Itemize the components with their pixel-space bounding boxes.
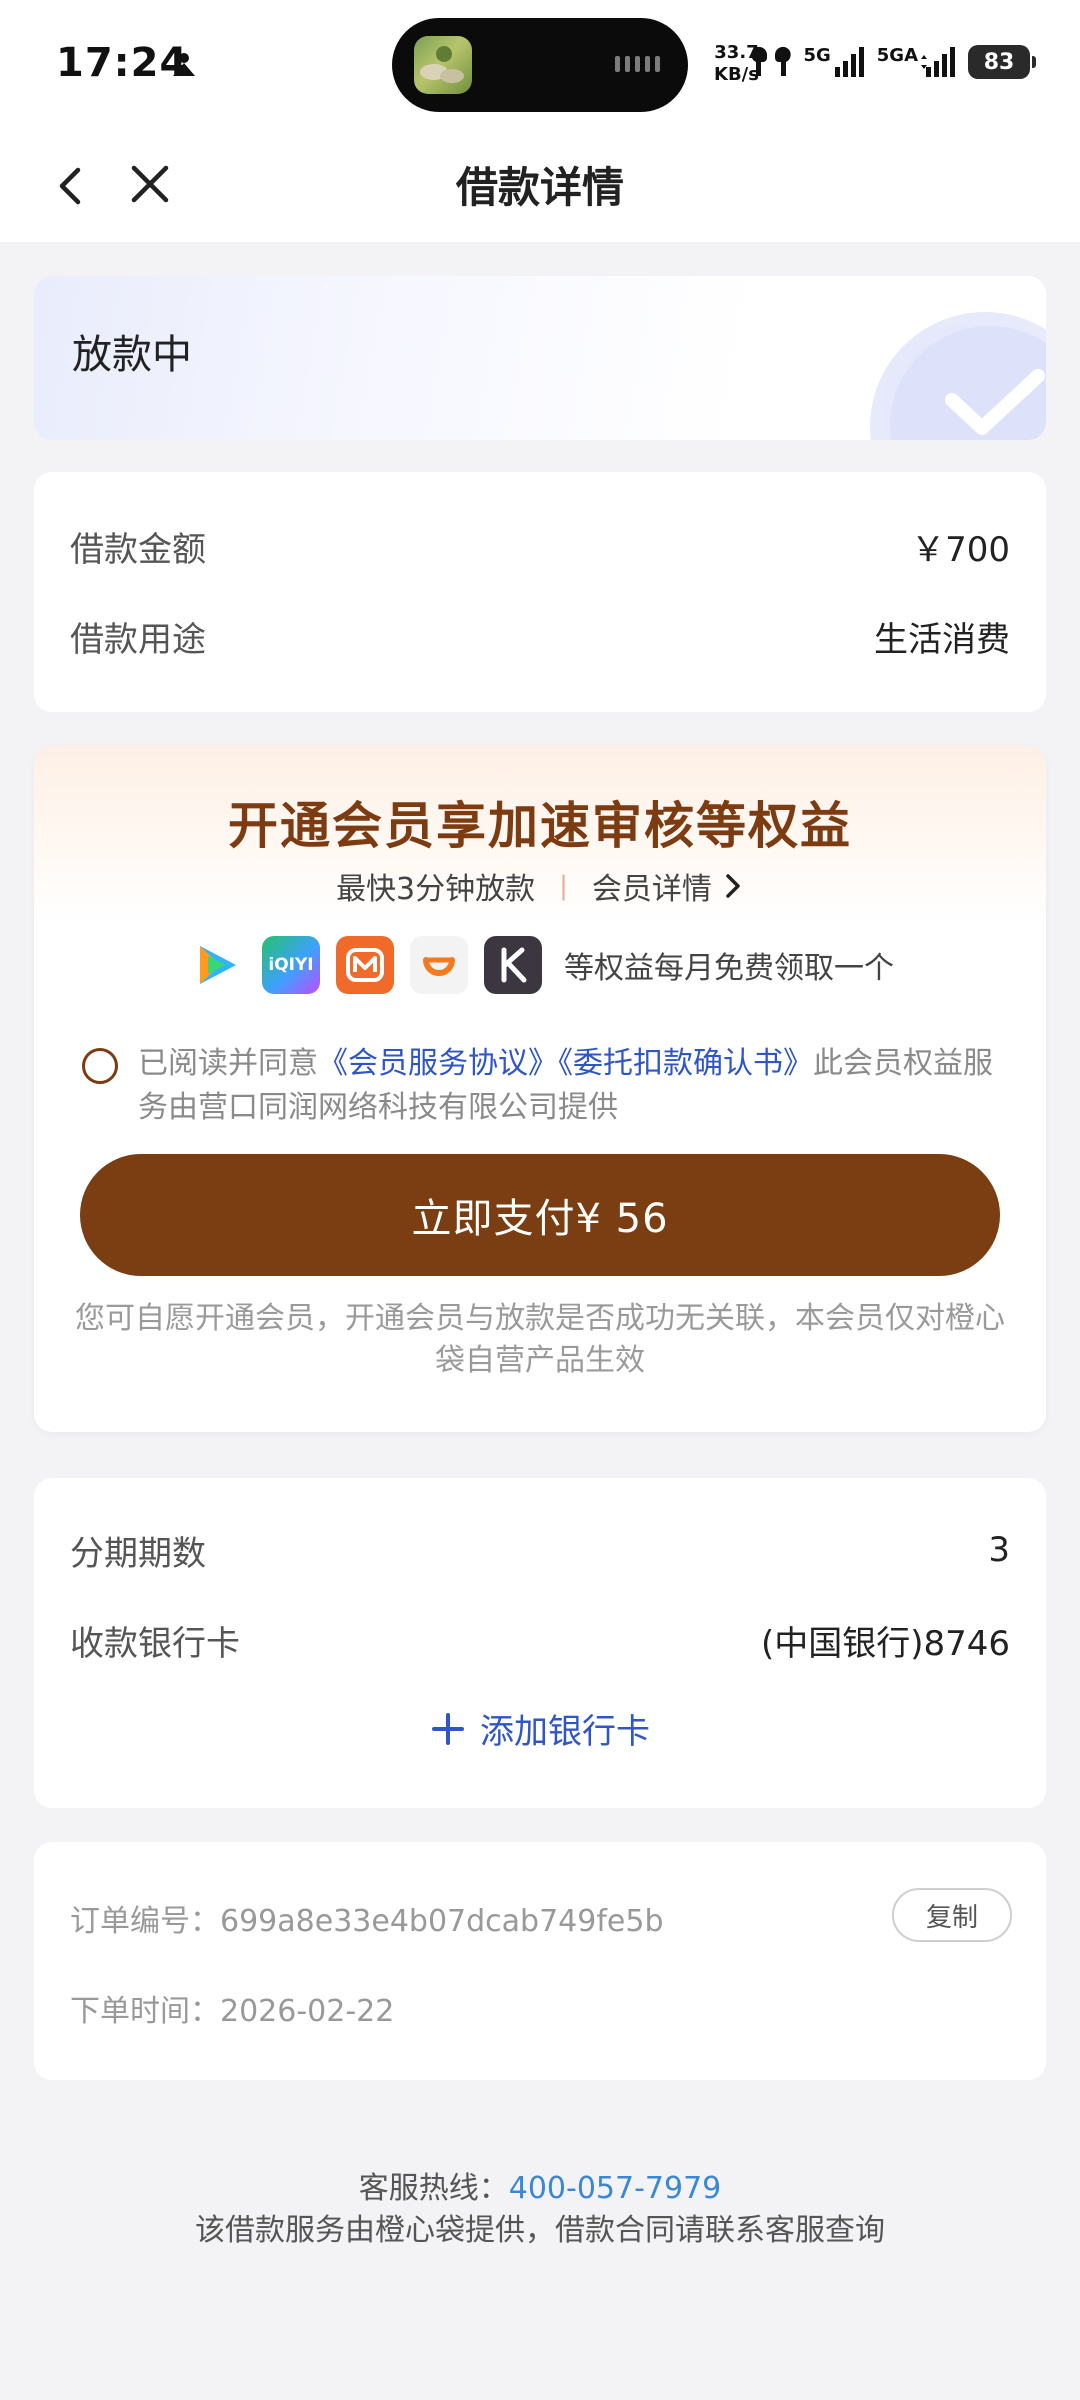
order-time-row: 下单时间：2026-02-22	[70, 1986, 394, 2030]
footer: 客服热线：400-057-7979 该借款服务由橙心袋提供，借款合同请联系客服查…	[0, 2168, 1080, 2252]
loan-status: 放款中	[72, 332, 192, 378]
periods-label: 分期期数	[70, 1533, 206, 1574]
service-notice: 该借款服务由橙心袋提供，借款合同请联系客服查询	[195, 2213, 885, 2248]
iqiyi-icon: iQIYI	[262, 936, 320, 994]
order-number-label: 订单编号：	[70, 1904, 220, 1939]
debit-authorization-link[interactable]: 《委托扣款确认书》	[558, 1046, 813, 1081]
bank-card-label: 收款银行卡	[70, 1623, 240, 1664]
copy-button[interactable]: 复制	[892, 1888, 1012, 1942]
membership-subtitle: 最快3分钟放款 | 会员详情	[34, 864, 1046, 908]
media-thumbnail	[414, 36, 472, 94]
loan-amount-label: 借款金额	[70, 529, 206, 570]
benefit-text: 等权益每月免费领取一个	[564, 951, 894, 986]
didi-icon	[410, 936, 468, 994]
bank-card-value: (中国银行)8746	[760, 1623, 1010, 1664]
order-number-row: 订单编号：699a8e33e4b07dcab749fe5b	[70, 1896, 664, 1940]
loan-purpose-label: 借款用途	[70, 619, 206, 660]
membership-title: 开通会员享加速审核等权益	[228, 797, 852, 855]
benefit-apps: iQIYI 等权益每月免费领取一个	[188, 936, 894, 994]
chevron-right-icon[interactable]	[722, 873, 744, 899]
nav-bar: 借款详情	[0, 130, 1080, 242]
loan-purpose-row: 借款用途 生活消费	[70, 606, 1010, 666]
signal-icon	[921, 47, 955, 77]
order-info-card: 订单编号：699a8e33e4b07dcab749fe5b 复制 下单时间：20…	[34, 1842, 1046, 2080]
periods-value: 3	[988, 1530, 1010, 1570]
loan-amount-row: 借款金额 ￥700	[70, 516, 1010, 576]
hotline-number[interactable]: 400-057-7979	[509, 2171, 722, 2206]
order-time-value: 2026-02-22	[220, 1994, 395, 2029]
loan-status-card: 放款中	[34, 276, 1046, 440]
hotline-row: 客服热线：400-057-7979	[0, 2168, 1080, 2210]
loan-purpose-value: 生活消费	[874, 619, 1010, 660]
person-icon	[173, 53, 195, 76]
add-bank-card-button[interactable]: 添加银行卡	[34, 1704, 1046, 1753]
order-time-label: 下单时间：	[70, 1994, 220, 2029]
bank-card-row[interactable]: 收款银行卡 (中国银行)8746	[70, 1610, 1010, 1670]
periods-row: 分期期数 3	[70, 1520, 1010, 1580]
check-icon	[945, 369, 1045, 435]
status-bar: 17:24 33.7 KB/s 5G 5GA 83	[0, 0, 1080, 130]
membership-details-link[interactable]: 会员详情	[592, 864, 712, 908]
plus-icon	[430, 1711, 466, 1747]
network-type-1: 5G	[803, 45, 831, 66]
fast-disbursal-text: 最快3分钟放款	[336, 872, 536, 907]
clock: 17:24	[56, 40, 189, 86]
network-type-2: 5GA	[876, 45, 918, 66]
loan-info-card: 借款金额 ￥700 借款用途 生活消费	[34, 472, 1046, 712]
agreement-text: 已阅读并同意《会员服务协议》《委托扣款确认书》此会员权益服务由营口同润网络科技有…	[138, 1046, 993, 1125]
installment-card: 分期期数 3 收款银行卡 (中国银行)8746 添加银行卡	[34, 1478, 1046, 1808]
battery-indicator: 83	[968, 45, 1036, 79]
tencent-video-icon	[188, 936, 246, 994]
mango-tv-icon	[336, 936, 394, 994]
dynamic-island[interactable]	[392, 18, 688, 112]
order-number-value: 699a8e33e4b07dcab749fe5b	[220, 1904, 664, 1939]
earbuds-icon	[751, 46, 792, 76]
add-bank-card-label: 添加银行卡	[480, 1712, 650, 1752]
separator: |	[559, 871, 568, 901]
signal-icon	[834, 47, 864, 77]
membership-promo-card: 开通会员享加速审核等权益 最快3分钟放款 | 会员详情 iQIYI 等权益每月免…	[34, 746, 1046, 1432]
audio-wave-icon	[610, 56, 660, 76]
loan-amount-value: ￥700	[911, 529, 1010, 570]
pay-now-button[interactable]: 立即支付¥ 56	[80, 1154, 1000, 1276]
membership-disclaimer: 您可自愿开通会员，开通会员与放款是否成功无关联，本会员仅对橙心袋自营产品生效	[75, 1301, 1005, 1378]
status-icons: 5G 5GA 83	[749, 40, 1036, 84]
kuaikan-icon	[484, 936, 542, 994]
page-title: 借款详情	[455, 163, 624, 212]
service-agreement-link[interactable]: 《会员服务协议》	[318, 1046, 558, 1081]
hotline-label: 客服热线：	[358, 2171, 509, 2206]
